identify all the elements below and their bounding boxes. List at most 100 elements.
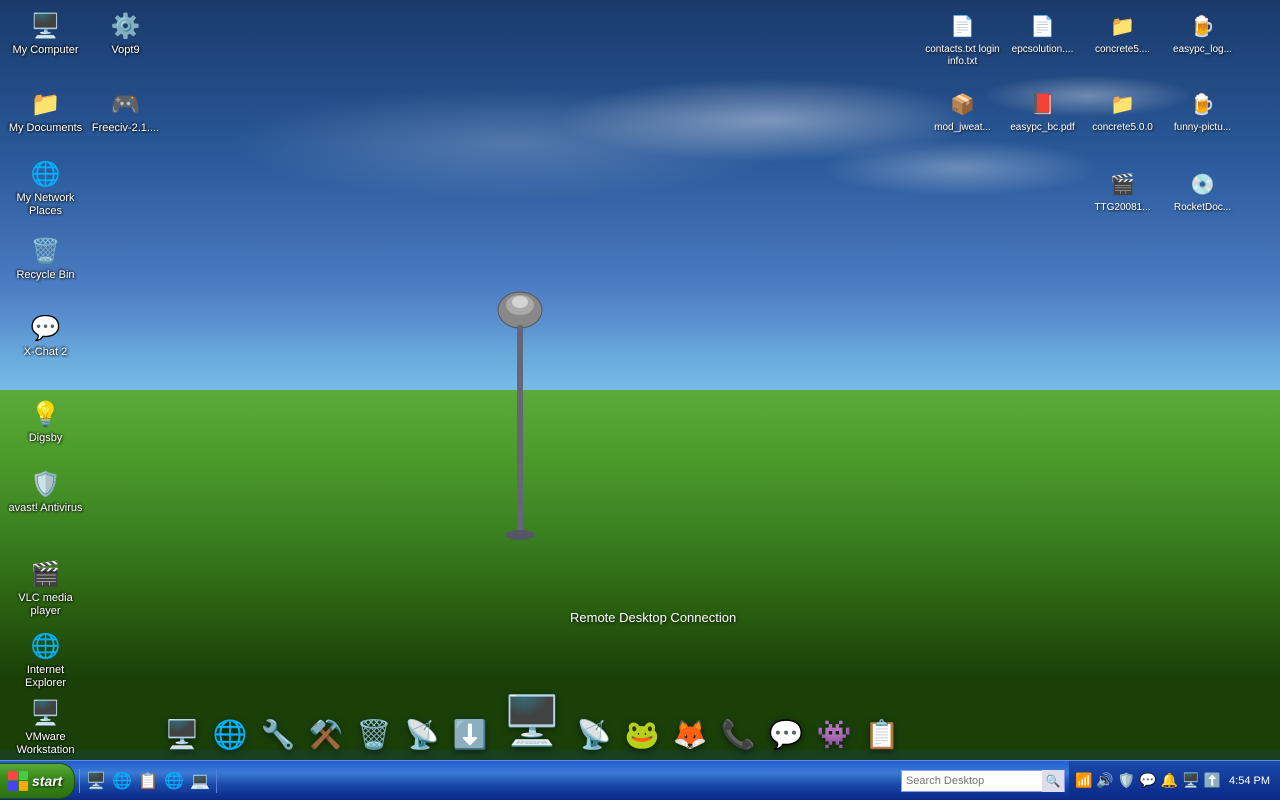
desktop-icon-recycle-bin[interactable]: 🗑️ Recycle Bin — [8, 235, 83, 282]
easypc-bc-pdf-label: easypc_bc.pdf — [1010, 122, 1075, 134]
easypc-bc-pdf-icon: 📕 — [1027, 88, 1059, 120]
desktop-icon-digsby[interactable]: 💡 Digsby — [8, 398, 83, 445]
dock-icon-skype[interactable]: 📞 Skype — [716, 712, 760, 756]
vlc-icon: 🎬 — [30, 558, 62, 590]
desktop-icon-concrete5[interactable]: 📁 concrete5.... — [1085, 10, 1160, 56]
contacts-txt-icon: 📄 — [947, 10, 979, 42]
alien-dock-icon: 👾 — [812, 712, 856, 756]
start-logo — [8, 771, 28, 791]
desktop-icon-mod-jweat[interactable]: 📦 mod_jweat... — [925, 88, 1000, 134]
chat-dock-icon: 💬 — [764, 712, 808, 756]
dock-icon-build[interactable]: ⚒️ Build — [304, 712, 348, 756]
dock-icon-firefox[interactable]: 🦊 Firefox — [668, 712, 712, 756]
tray-network[interactable]: 📶 — [1075, 772, 1092, 789]
remote-desktop-dock-icon: 🖥️ — [496, 684, 568, 756]
satellite-dock-icon: 📡 — [572, 712, 616, 756]
sky-background — [0, 0, 1280, 480]
desktop-icon-ie[interactable]: 🌐 Internet Explorer — [8, 630, 83, 690]
desktop-icon-freeciv[interactable]: 🎮 Freeciv-2.1.... — [88, 88, 163, 135]
desktop-icon-concrete5-0[interactable]: 📁 concrete5.0.0 — [1085, 88, 1160, 134]
dock-icon-browser[interactable]: 🌐 Browser — [208, 712, 252, 756]
tray-chat[interactable]: 💬 — [1139, 772, 1156, 789]
dock-icon-remote-desktop[interactable]: 🖥️ Remote Desktop Connection — [496, 684, 568, 756]
vopt9-icon: ⚙️ — [110, 10, 142, 42]
epcsolution-icon: 📄 — [1027, 10, 1059, 42]
vmware-icon: 🖥️ — [30, 697, 62, 729]
ql-icon-misc[interactable]: 💻 — [188, 769, 212, 793]
desktop-icon-my-computer[interactable]: 🖥️ My Computer — [8, 10, 83, 57]
easypc-log-icon: 🍺 — [1187, 10, 1219, 42]
browser-dock-icon: 🌐 — [208, 712, 252, 756]
search-input[interactable] — [902, 775, 1042, 787]
lamp-post — [490, 290, 550, 545]
concrete5-0-icon: 📁 — [1107, 88, 1139, 120]
clock: 4:54 PM — [1225, 775, 1274, 787]
dock-icon-torrent[interactable]: ⬇️ μTorrent — [448, 712, 492, 756]
dock-icon-trash[interactable]: 🗑️ Recycle Bin — [352, 712, 396, 756]
desktop-icon-my-network-places[interactable]: 🌐 My Network Places — [8, 158, 83, 218]
freeciv-label: Freeciv-2.1.... — [92, 122, 159, 135]
tray-security[interactable]: 🛡️ — [1118, 772, 1135, 789]
system-tray: 📶 🔊 🛡️ 💬 🔔 🖥️ ⬆️ 4:54 PM — [1069, 761, 1280, 800]
ql-icon-browser2[interactable]: 🌐 — [162, 769, 186, 793]
my-documents-icon: 📁 — [30, 88, 62, 120]
dock-icon-rss[interactable]: 📡 RSS — [400, 712, 444, 756]
vlc-label: VLC media player — [8, 592, 83, 618]
recycle-bin-label: Recycle Bin — [16, 269, 74, 282]
desktop-icon-funny-pict[interactable]: 🍺 funny-pictu... — [1165, 88, 1240, 134]
concrete5-label: concrete5.... — [1095, 44, 1150, 56]
desktop-icon-contacts-txt[interactable]: 📄 contacts.txt login info.txt — [925, 10, 1000, 68]
vmware-label: VMware Workstation — [8, 731, 83, 757]
dock-icon-tools[interactable]: 🔧 Tools — [256, 712, 300, 756]
desktop-icon-vmware[interactable]: 🖥️ VMware Workstation — [8, 697, 83, 757]
ie-label: Internet Explorer — [8, 664, 83, 690]
dock-icon-finder[interactable]: 🖥️ Finder — [160, 712, 204, 756]
start-button[interactable]: start — [0, 763, 75, 799]
digsby-icon: 💡 — [30, 398, 62, 430]
xchat2-label: X-Chat 2 — [24, 346, 67, 359]
xchat2-icon: 💬 — [30, 312, 62, 344]
desktop-icon-my-documents[interactable]: 📁 My Documents — [8, 88, 83, 135]
ie-icon: 🌐 — [30, 630, 62, 662]
desktop-icon-avast[interactable]: 🛡️ avast! Antivirus — [8, 468, 83, 515]
desktop-icon-vopt9[interactable]: ⚙️ Vopt9 — [88, 10, 163, 57]
tray-volume[interactable]: 🔊 — [1096, 772, 1113, 789]
desktop-icon-ttg[interactable]: 🎬 TTG20081... — [1085, 168, 1160, 214]
dock-icon-frogger[interactable]: 🐸 Frogger — [620, 712, 664, 756]
dock-icon-satellite[interactable]: 📡 Satellite — [572, 712, 616, 756]
dock: 🖥️ Finder 🌐 Browser 🔧 Tools ⚒️ Build 🗑️ … — [160, 684, 904, 756]
ql-icon-outlook[interactable]: 📋 — [136, 769, 160, 793]
dock-icon-chat[interactable]: 💬 Chat — [764, 712, 808, 756]
build-dock-icon: ⚒️ — [304, 712, 348, 756]
funny-pict-label: funny-pictu... — [1174, 122, 1231, 134]
ql-icon-ie[interactable]: 🌐 — [110, 769, 134, 793]
desktop-icon-easypc-bc-pdf[interactable]: 📕 easypc_bc.pdf — [1005, 88, 1080, 134]
avast-label: avast! Antivirus — [9, 502, 83, 515]
ttg-icon: 🎬 — [1107, 168, 1139, 200]
taskbar: start 🖥️ 🌐 📋 🌐 💻 🔍 📶 🔊 🛡️ 💬 🔔 🖥️ ⬆️ — [0, 760, 1280, 800]
tray-display[interactable]: 🖥️ — [1182, 772, 1199, 789]
freeciv-icon: 🎮 — [110, 88, 142, 120]
tray-sync[interactable]: ⬆️ — [1204, 772, 1221, 789]
finder-dock-icon: 🖥️ — [160, 712, 204, 756]
contacts-txt-label: contacts.txt login info.txt — [925, 44, 1000, 68]
trash-dock-icon: 🗑️ — [352, 712, 396, 756]
rocketdoc-icon: 💿 — [1187, 168, 1219, 200]
desktop-icon-epcsolution[interactable]: 📄 epcsolution.... — [1005, 10, 1080, 56]
desktop-icon-easypc-log[interactable]: 🍺 easypc_log... — [1165, 10, 1240, 56]
desktop-icon-rocketdoc[interactable]: 💿 RocketDoc... — [1165, 168, 1240, 214]
search-button[interactable]: 🔍 — [1042, 770, 1064, 792]
desktop-icon-vlc[interactable]: 🎬 VLC media player — [8, 558, 83, 618]
my-network-places-label: My Network Places — [8, 192, 83, 218]
dock-icon-taskman[interactable]: 📋 Task Manager — [860, 712, 904, 756]
taskman-dock-icon: 📋 — [860, 712, 904, 756]
funny-pict-icon: 🍺 — [1187, 88, 1219, 120]
recycle-bin-icon: 🗑️ — [30, 235, 62, 267]
desktop: 🖥️ My Computer ⚙️ Vopt9 📁 My Documents 🎮… — [0, 0, 1280, 800]
ql-icon-show-desktop[interactable]: 🖥️ — [84, 769, 108, 793]
tray-updates[interactable]: 🔔 — [1161, 772, 1178, 789]
search-box[interactable]: 🔍 — [901, 770, 1065, 792]
desktop-icon-xchat2[interactable]: 💬 X-Chat 2 — [8, 312, 83, 359]
concrete5-0-label: concrete5.0.0 — [1092, 122, 1153, 134]
dock-icon-alien[interactable]: 👾 Alien — [812, 712, 856, 756]
